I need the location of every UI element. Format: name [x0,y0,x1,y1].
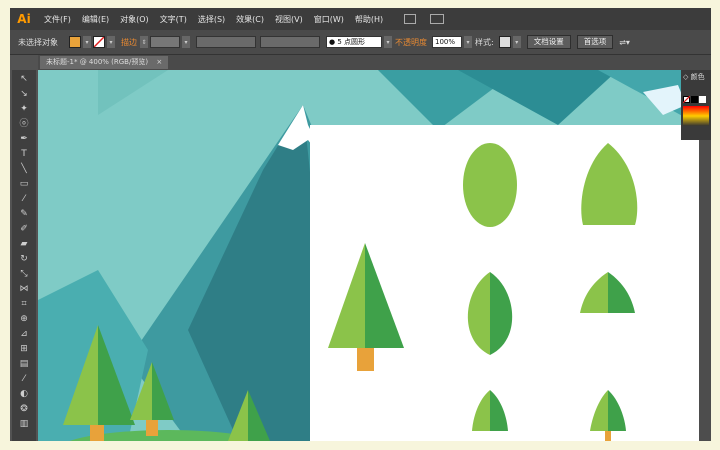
bridge-icon[interactable] [404,14,417,24]
stroke-weight-dropdown-icon[interactable]: ▾ [182,36,190,48]
width-tool-icon[interactable]: ⋈ [16,282,32,296]
illustration [38,70,699,441]
menu-edit[interactable]: 编辑(E) [82,14,109,25]
fill-dropdown-icon[interactable]: ▾ [83,36,91,48]
blob-brush-tool-icon[interactable]: ✐ [16,222,32,236]
control-bar: 未选择对象 ▾ ▾ 描边 ⇕ ▾ ● 5 点圆形 ▾ 不透明度 100% ▾ 样… [10,30,711,55]
symbol-sprayer-tool-icon[interactable]: ❂ [16,402,32,416]
pencil-tool-icon[interactable]: ✎ [16,207,32,221]
panel-menu-icon[interactable]: ⇌▾ [619,38,630,47]
app-logo: Ai [17,12,31,26]
document-setup-button[interactable]: 文档设置 [526,35,571,49]
menu-object[interactable]: 对象(O) [120,14,149,25]
type-tool-icon[interactable]: T [16,147,32,161]
menu-select[interactable]: 选择(S) [198,14,225,25]
free-transform-tool-icon[interactable]: ⌗ [16,297,32,311]
opacity-label[interactable]: 不透明度 [395,37,427,48]
perspective-grid-tool-icon[interactable]: ⊿ [16,327,32,341]
none-swatch-icon[interactable] [683,96,690,103]
stroke-swatch-none[interactable] [93,36,105,48]
small-tree2-trunk [605,431,611,441]
eraser-tool-icon[interactable]: ▰ [16,237,32,251]
eyedropper-tool-icon[interactable]: ⁄ [16,372,32,386]
gradient-tool-icon[interactable]: ▤ [16,357,32,371]
brush-label: 5 点圆形 [337,38,366,46]
oval-leaf [463,143,517,227]
selection-label: 未选择对象 [18,37,58,47]
color-panel-tab[interactable]: ◇ 颜色 [683,72,705,82]
stroke-weight-stepper[interactable]: ⇕ [140,36,148,48]
pen-tool-icon[interactable]: ✒ [16,132,32,146]
document-tab[interactable]: 未标题-1* @ 400% (RGB/预览) × [40,56,169,69]
direct-selection-tool-icon[interactable]: ↘ [16,87,32,101]
illustrator-window: Ai 文件(F) 编辑(E) 对象(O) 文字(T) 选择(S) 效果(C) 视… [10,8,711,441]
brush-definition-field[interactable] [260,36,320,48]
stroke-label[interactable]: 描边 [121,37,137,48]
arrange-documents-icon[interactable] [430,14,445,24]
vertical-scrollbar[interactable] [699,140,711,441]
artboard-canvas[interactable] [38,70,699,441]
brush-dropdown-icon[interactable]: ▾ [384,36,392,48]
menu-bar: Ai 文件(F) 编辑(E) 对象(O) 文字(T) 选择(S) 效果(C) 视… [10,8,711,30]
tools-panel: ↖ ↘ ✦ ⓞ ✒ T ╲ ▭ ⁄ ✎ ✐ ▰ ↻ ⤡ ⋈ ⌗ ⊕ ⊿ ⊞ ▤ … [12,70,36,441]
color-spectrum-bar[interactable] [683,106,709,126]
preferences-button[interactable]: 首选项 [576,35,614,49]
style-label: 样式: [475,37,494,47]
line-tool-icon[interactable]: ╲ [16,162,32,176]
fill-swatch[interactable] [69,36,81,48]
column-graph-tool-icon[interactable]: ▥ [16,417,32,431]
stroke-weight-field[interactable] [150,36,180,48]
blend-tool-icon[interactable]: ◐ [16,387,32,401]
brush-field[interactable]: ● 5 点圆形 [326,36,382,48]
rectangle-tool-icon[interactable]: ▭ [16,177,32,191]
menu-file[interactable]: 文件(F) [44,14,71,25]
black-swatch[interactable] [691,96,698,103]
menu-view[interactable]: 视图(V) [275,14,303,25]
big-tree-trunk [357,348,374,371]
opacity-field[interactable]: 100% [432,36,462,48]
menu-help[interactable]: 帮助(H) [355,14,383,25]
close-icon[interactable]: × [156,58,162,66]
magic-wand-tool-icon[interactable]: ✦ [16,102,32,116]
opacity-dropdown-icon[interactable]: ▾ [464,36,472,48]
scale-tool-icon[interactable]: ⤡ [16,267,32,281]
shape-builder-tool-icon[interactable]: ⊕ [16,312,32,326]
paintbrush-tool-icon[interactable]: ⁄ [16,192,32,206]
menu-effect[interactable]: 效果(C) [236,14,264,25]
tree-left-trunk [90,425,104,441]
stroke-dropdown-icon[interactable]: ▾ [107,36,115,48]
rotate-tool-icon[interactable]: ↻ [16,252,32,266]
style-swatch[interactable] [498,36,511,48]
selection-tool-icon[interactable]: ↖ [16,72,32,86]
document-tab-title: 未标题-1* @ 400% (RGB/预览) [46,58,149,66]
mesh-tool-icon[interactable]: ⊞ [16,342,32,356]
color-panel: ◇ 颜色 [681,70,711,140]
menu-window[interactable]: 窗口(W) [314,14,344,25]
lasso-tool-icon[interactable]: ⓞ [16,117,32,131]
document-tab-bar: 未标题-1* @ 400% (RGB/预览) × [38,55,711,70]
tree-mid-trunk [146,420,158,436]
menu-type[interactable]: 文字(T) [160,14,187,25]
white-swatch[interactable] [699,96,706,103]
variable-width-field[interactable] [196,36,256,48]
style-dropdown-icon[interactable]: ▾ [512,36,521,48]
